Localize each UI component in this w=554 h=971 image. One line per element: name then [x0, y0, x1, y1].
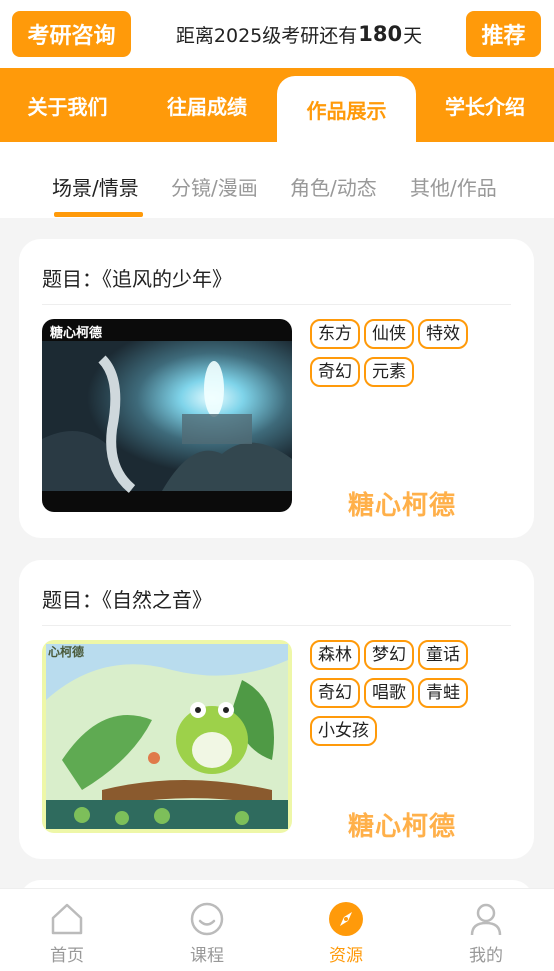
smile-icon — [190, 902, 224, 936]
countdown-prefix: 距离2025级考研还有 — [175, 24, 358, 47]
tag: 特效 — [418, 319, 468, 349]
tag: 森林 — [310, 640, 360, 670]
tag: 青蛙 — [418, 678, 468, 708]
tab-works-showcase[interactable]: 作品展示 — [277, 76, 416, 142]
nav-label: 首页 — [50, 946, 84, 966]
nav-label: 课程 — [190, 946, 224, 966]
thumbnail-watermark: 心柯德 — [48, 644, 84, 659]
nav-label: 资源 — [329, 946, 363, 966]
consult-button[interactable]: 考研咨询 — [12, 11, 131, 57]
nav-me[interactable]: 我的 — [446, 901, 526, 966]
tag: 奇幻 — [310, 357, 360, 387]
thumbnail-watermark: 糖心柯德 — [50, 325, 102, 341]
nav-courses[interactable]: 课程 — [167, 901, 247, 966]
tag: 元素 — [364, 357, 414, 387]
home-icon — [51, 903, 83, 935]
nav-resources[interactable]: 资源 — [306, 901, 386, 966]
subtab-scene[interactable]: 场景/情景 — [52, 172, 139, 201]
exam-countdown: 距离2025级考研还有 180 天 — [140, 0, 458, 68]
nav-label: 我的 — [469, 946, 503, 966]
sub-tabs: 场景/情景 分镜/漫画 角色/动态 其他/作品 — [0, 142, 554, 218]
recommend-button[interactable]: 推荐 — [466, 11, 541, 57]
tag-list: 东方 仙侠 特效奇幻 元素 — [310, 319, 510, 395]
brand-logo: 糖心柯德 — [348, 491, 457, 521]
divider — [42, 304, 511, 305]
subtab-other[interactable]: 其他/作品 — [410, 172, 497, 201]
tab-about-us[interactable]: 关于我们 — [0, 68, 135, 142]
work-thumbnail[interactable]: 心柯德 — [42, 640, 292, 833]
work-title: 题目：《追风的少年》 — [42, 267, 232, 291]
tag: 童话 — [418, 640, 468, 670]
tag: 梦幻 — [364, 640, 414, 670]
tag: 唱歌 — [364, 678, 414, 708]
tag: 东方 — [310, 319, 360, 349]
tag: 小女孩 — [310, 716, 377, 746]
bottom-navigation: 首页 课程 资源 我的 — [0, 888, 554, 971]
work-thumbnail[interactable]: 糖心柯德 — [42, 319, 292, 512]
subtab-character[interactable]: 角色/动态 — [290, 172, 377, 201]
compass-icon — [329, 902, 363, 936]
divider — [42, 625, 511, 626]
work-title: 题目：《自然之音》 — [42, 588, 212, 612]
work-card[interactable]: 题目：《追风的少年》 糖心柯德 东方 仙侠 特效奇幻 元素 糖心柯德 — [19, 239, 534, 538]
work-card[interactable]: 题目：《自然之音》 心柯德 森林 梦幻 童话奇幻 唱歌 青蛙小女孩 糖心柯德 — [19, 560, 534, 859]
tag: 仙侠 — [364, 319, 414, 349]
active-subtab-indicator — [54, 212, 143, 217]
countdown-suffix: 天 — [403, 24, 423, 47]
nav-home[interactable]: 首页 — [27, 901, 107, 966]
tag-list: 森林 梦幻 童话奇幻 唱歌 青蛙小女孩 — [310, 640, 510, 754]
tab-past-results[interactable]: 往届成绩 — [138, 68, 276, 142]
countdown-days: 180 — [358, 22, 403, 46]
user-icon — [470, 903, 502, 936]
main-tabs: 关于我们 往届成绩 作品展示 学长介绍 — [0, 68, 554, 142]
tag: 奇幻 — [310, 678, 360, 708]
tab-senior-intro[interactable]: 学长介绍 — [416, 68, 554, 142]
brand-logo: 糖心柯德 — [348, 812, 457, 842]
subtab-storyboard[interactable]: 分镜/漫画 — [171, 172, 258, 201]
top-header: 考研咨询 距离2025级考研还有 180 天 推荐 — [0, 0, 554, 68]
